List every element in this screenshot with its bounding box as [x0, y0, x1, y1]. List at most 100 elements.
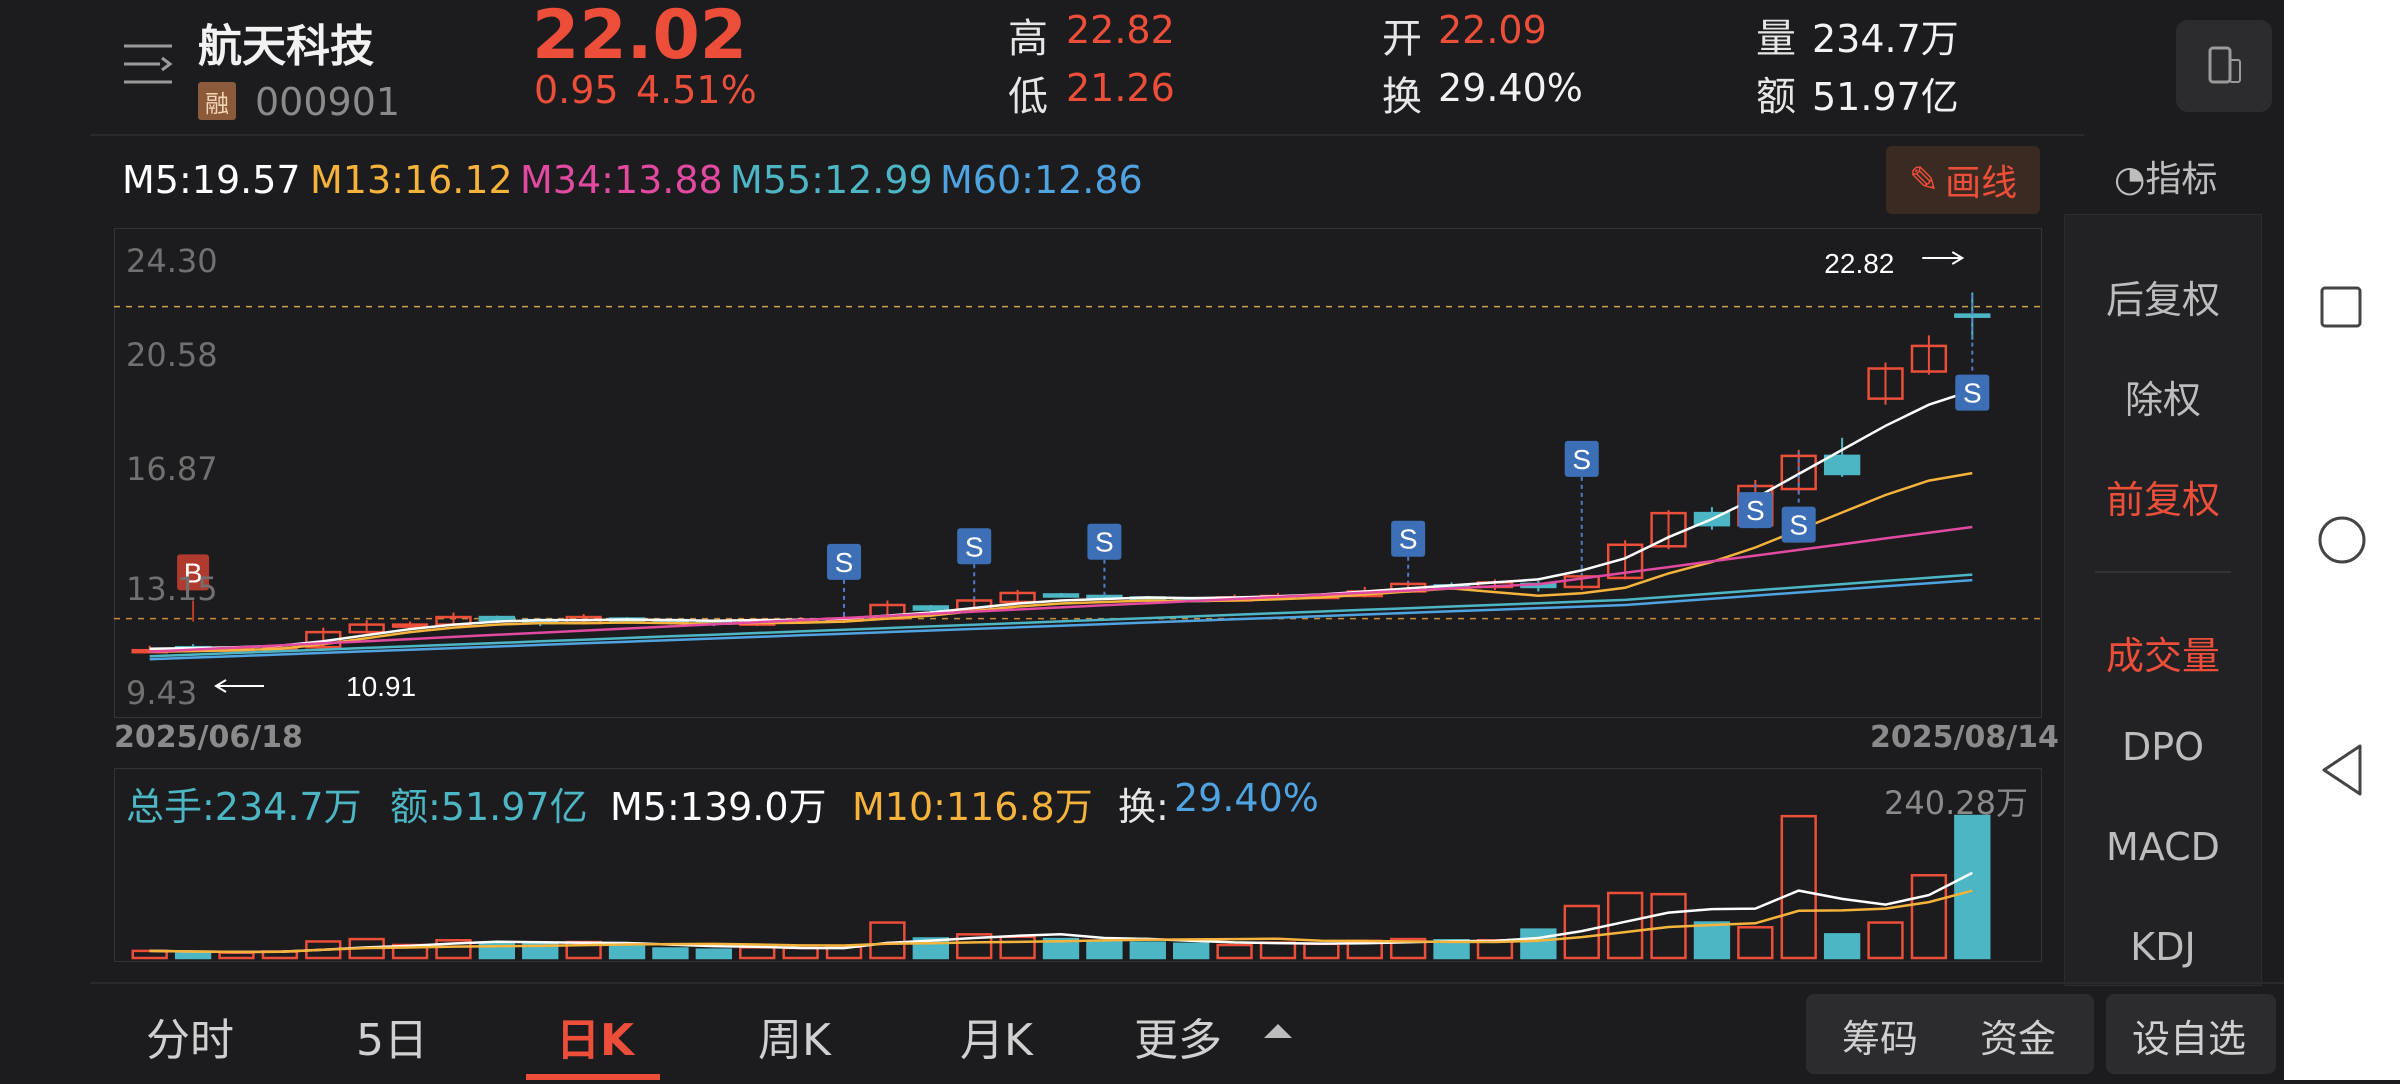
- ex-rights-option[interactable]: 除权: [2065, 369, 2261, 424]
- gauge-icon: ◔: [2114, 159, 2146, 200]
- ma13-label: M13:16.12: [310, 158, 513, 202]
- right-panel: 后复权 除权 前复权 成交量 DPO MACD KDJ: [2064, 214, 2262, 986]
- volume-total: 总手:234.7万: [126, 785, 362, 829]
- fund-button[interactable]: 资金: [1980, 1008, 2056, 1063]
- candle-body: [478, 615, 516, 622]
- volume-label: 量: [1756, 16, 1796, 62]
- amount-value: 51.97亿: [1812, 75, 1959, 119]
- volume-value: 234.7万: [1812, 17, 1959, 61]
- chip-button[interactable]: 筹码: [1842, 1008, 1918, 1063]
- divider: [90, 134, 2084, 136]
- caret-up-icon[interactable]: [1264, 1024, 1292, 1038]
- system-nav-bar: [2284, 0, 2400, 1080]
- volume-bar: [1693, 921, 1731, 960]
- volume-bar: [1216, 943, 1253, 960]
- volume-bar: [218, 951, 255, 960]
- y-tick: 24.30: [126, 242, 218, 280]
- ma5-label: M5:19.57: [122, 158, 301, 202]
- price-change: 0.95: [534, 68, 619, 112]
- stock-name: 航天科技: [198, 21, 374, 72]
- pre-adjust-option[interactable]: 前复权: [2065, 469, 2261, 524]
- post-adjust-option[interactable]: 后复权: [2065, 269, 2261, 324]
- volume-bar: [999, 935, 1036, 960]
- end-date: 2025/08/14: [1870, 720, 2059, 755]
- volume-bar: [608, 944, 646, 960]
- high-annotation: 22.82: [1824, 248, 1894, 279]
- volume-bar: [1173, 942, 1210, 960]
- volume-bar: [695, 948, 733, 960]
- tab-daily-k[interactable]: 日K: [556, 1004, 634, 1068]
- add-favorite-label: 设自选: [2132, 1017, 2247, 1061]
- draw-line-button[interactable]: ✎ 画线: [1886, 146, 2040, 214]
- margin-badge: 融: [198, 82, 236, 120]
- volume-bar: [782, 946, 819, 960]
- tab-5day[interactable]: 5日: [356, 1004, 428, 1068]
- high-label: 高: [1008, 16, 1048, 62]
- draw-line-label: 画线: [1945, 163, 2018, 204]
- candle-body: [912, 605, 949, 611]
- start-date: 2025/06/18: [114, 720, 303, 755]
- kline-chart[interactable]: 22.8210.91B SS S SSSSS: [114, 228, 2040, 716]
- tab-weekly-k[interactable]: 周K: [758, 1004, 831, 1068]
- candle-body: [391, 623, 429, 628]
- volume-max: 240.28万: [1884, 784, 2028, 822]
- volume-bar: [1303, 942, 1340, 960]
- menu-icon[interactable]: [122, 40, 176, 86]
- active-tab-indicator: [526, 1074, 660, 1080]
- volume-bar: [652, 947, 689, 960]
- volume-turn-value: 29.40%: [1174, 776, 1319, 820]
- sell-marker-label: S: [965, 531, 984, 562]
- low-annotation: 10.91: [346, 671, 416, 702]
- macd-indicator-option[interactable]: MACD: [2065, 825, 2261, 869]
- amount-label: 额: [1756, 74, 1796, 120]
- open-label: 开: [1382, 16, 1422, 62]
- indicator-button[interactable]: ◔指标: [2114, 150, 2217, 202]
- volume-bar: [1823, 933, 1861, 960]
- volume-bar: [739, 946, 776, 960]
- volume-indicator-option[interactable]: 成交量: [2065, 625, 2261, 680]
- y-tick: 20.58: [126, 336, 218, 374]
- turnover-value: 29.40%: [1438, 66, 1583, 110]
- pencil-icon: ✎: [1908, 159, 1940, 201]
- volume-bar: [1867, 921, 1904, 960]
- candle-body: [1042, 593, 1080, 598]
- low-value: 21.26: [1066, 66, 1175, 110]
- back-icon: [2322, 744, 2362, 796]
- y-tick: 9.43: [126, 674, 198, 712]
- y-tick: 13.15: [126, 570, 218, 608]
- sell-marker-label: S: [1746, 495, 1765, 526]
- kdj-indicator-option[interactable]: KDJ: [2065, 925, 2261, 975]
- volume-bar: [869, 921, 906, 960]
- volume-bar: [1780, 814, 1817, 960]
- low-label: 低: [1008, 74, 1048, 120]
- sell-marker-label: S: [1963, 378, 1982, 409]
- phone-icon[interactable]: [2176, 20, 2272, 112]
- candle-body: [1823, 454, 1861, 476]
- price-change-pct: 4.51%: [636, 68, 757, 112]
- turnover-label: 换: [1382, 74, 1422, 120]
- volume-m5: M5:139.0万: [610, 785, 827, 829]
- volume-bar: [174, 950, 212, 960]
- tab-intraday[interactable]: 分时: [146, 1004, 234, 1068]
- ma55-label: M55:12.99: [730, 158, 933, 202]
- volume-bar: [1737, 926, 1774, 960]
- sell-marker-label: S: [835, 547, 854, 578]
- y-tick: 16.87: [126, 450, 218, 488]
- panel-divider: [2095, 571, 2231, 573]
- candle-body: [1954, 313, 1991, 318]
- tab-more[interactable]: 更多: [1134, 1004, 1222, 1068]
- ma55-line: [149, 573, 1973, 658]
- ma34-line: [149, 525, 1973, 653]
- sell-marker-label: S: [1095, 527, 1114, 558]
- home-icon: [2318, 516, 2366, 564]
- dpo-indicator-option[interactable]: DPO: [2065, 725, 2261, 769]
- open-value: 22.09: [1438, 8, 1547, 52]
- current-price: 22.02: [532, 0, 748, 75]
- tab-monthly-k[interactable]: 月K: [960, 1004, 1033, 1068]
- sell-marker-label: S: [1399, 524, 1418, 555]
- volume-bar: [1520, 928, 1557, 960]
- ma34-label: M34:13.88: [520, 158, 723, 202]
- volume-amount: 额:51.97亿: [390, 785, 588, 829]
- ma60-label: M60:12.86: [940, 158, 1143, 202]
- volume-m10: M10:116.8万: [852, 785, 1093, 829]
